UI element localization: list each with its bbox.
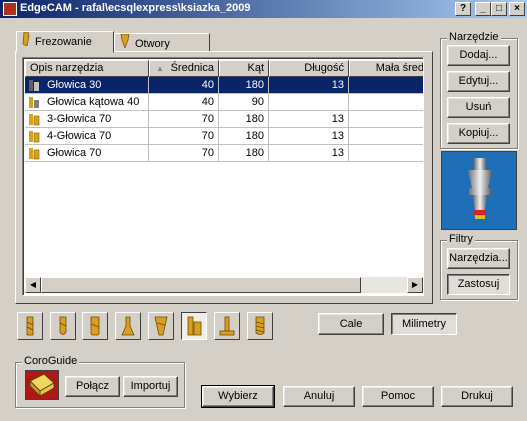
tool-group-label: Narzędzie: [447, 31, 501, 43]
tool-type-button[interactable]: [17, 312, 43, 340]
cancel-button[interactable]: Anuluj: [283, 386, 355, 407]
column-header-diameter-label: Średnica: [170, 62, 214, 74]
row-small-diameter: [349, 94, 423, 111]
milling-tool-icon: [21, 31, 31, 52]
tool-type-button[interactable]: [247, 312, 273, 340]
tool-type-button[interactable]: [214, 312, 240, 340]
chamfer-mill-icon: [121, 316, 135, 336]
tool-list-header: Opis narzędzia ▲ Średnica Kąt Długość Ma…: [25, 60, 423, 77]
tool-type-button-active[interactable]: [181, 312, 207, 340]
row-diameter: 70: [149, 111, 219, 128]
table-row[interactable]: Głowica 30 40 180 13: [25, 77, 423, 94]
tool-list[interactable]: Opis narzędzia ▲ Średnica Kąt Długość Ma…: [22, 57, 424, 296]
row-angle: 180: [219, 77, 269, 94]
row-name: Głowica 70: [43, 145, 149, 162]
row-small-diameter: [349, 128, 423, 145]
scroll-thumb[interactable]: [41, 277, 361, 293]
table-row[interactable]: 3-Głowica 70 70 180 13: [25, 111, 423, 128]
row-diameter: 70: [149, 145, 219, 162]
inches-button[interactable]: Cale: [318, 313, 384, 335]
tool-holder-icon: [468, 158, 492, 219]
tab-frezowanie[interactable]: Frezowanie: [16, 31, 114, 53]
filters-group-label: Filtry: [447, 233, 475, 245]
tab-otwory-label: Otwory: [135, 37, 170, 50]
millimeters-button[interactable]: Milimetry: [391, 313, 457, 335]
edit-tool-button[interactable]: Edytuj...: [447, 71, 510, 92]
tool-preview-image: [441, 151, 517, 230]
face-mill-icon: [29, 114, 40, 126]
row-diameter: 40: [149, 94, 219, 111]
copy-tool-button[interactable]: Kopiuj...: [447, 123, 510, 144]
row-name: Głowica kątowa 40: [43, 94, 149, 111]
row-length: 13: [269, 111, 349, 128]
taper-mill-icon: [154, 316, 168, 336]
t-slot-cutter-icon: [219, 316, 235, 336]
help-button[interactable]: Pomoc: [362, 386, 434, 407]
column-header-length[interactable]: Długość: [269, 60, 349, 77]
ball-end-mill-icon: [59, 316, 67, 335]
maximize-button[interactable]: □: [491, 2, 507, 16]
column-header-diameter[interactable]: ▲ Średnica: [149, 60, 219, 77]
horizontal-scrollbar[interactable]: ◀ ▶: [25, 277, 423, 293]
row-name: 3-Głowica 70: [43, 111, 149, 128]
face-mill-icon: [187, 316, 202, 336]
row-name: Głowica 30: [43, 77, 149, 94]
scroll-right-button[interactable]: ▶: [407, 277, 423, 293]
column-header-small-diameter[interactable]: Mała śred: [349, 60, 423, 77]
import-button[interactable]: Importuj: [123, 376, 178, 397]
angle-head-icon: [29, 97, 39, 108]
coroguide-icon[interactable]: [25, 370, 59, 400]
print-button[interactable]: Drukuj: [441, 386, 513, 407]
flat-end-mill-icon: [26, 316, 34, 336]
table-row[interactable]: Głowica kątowa 40 40 90: [25, 94, 423, 111]
tab-otwory[interactable]: Otwory: [114, 33, 210, 52]
bull-nose-mill-icon: [90, 316, 100, 336]
filter-tools-button[interactable]: Narzędzia...: [447, 248, 510, 269]
book-icon: [29, 373, 55, 398]
tool-type-button[interactable]: [115, 312, 141, 340]
edgecam-app-icon: [3, 2, 17, 16]
row-length: 13: [269, 77, 349, 94]
title-bar: EdgeCAM - rafal\ecsqlexpress\ksiazka_200…: [0, 0, 527, 18]
delete-tool-button[interactable]: Usuń: [447, 97, 510, 118]
tool-type-button[interactable]: [148, 312, 174, 340]
row-small-diameter: [349, 111, 423, 128]
table-row[interactable]: 4-Głowica 70 70 180 13: [25, 128, 423, 145]
row-length: [269, 94, 349, 111]
tool-type-button[interactable]: [50, 312, 76, 340]
row-small-diameter: [349, 145, 423, 162]
add-tool-button[interactable]: Dodaj...: [447, 45, 510, 66]
row-length: 13: [269, 128, 349, 145]
connect-button[interactable]: Połącz: [65, 376, 120, 397]
close-button[interactable]: ×: [509, 2, 525, 16]
row-diameter: 40: [149, 77, 219, 94]
face-mill-icon: [29, 80, 39, 91]
help-caption-button[interactable]: ?: [455, 2, 471, 16]
tool-type-button[interactable]: [82, 312, 108, 340]
apply-filter-button[interactable]: Zastosuj: [447, 274, 510, 295]
table-row[interactable]: Głowica 70 70 180 13: [25, 145, 423, 162]
row-angle: 180: [219, 145, 269, 162]
window-title: EdgeCAM - rafal\ecsqlexpress\ksiazka_200…: [20, 2, 251, 14]
row-length: 13: [269, 145, 349, 162]
row-angle: 180: [219, 111, 269, 128]
face-mill-icon: [29, 148, 40, 160]
column-header-angle[interactable]: Kąt: [219, 60, 269, 77]
row-angle: 90: [219, 94, 269, 111]
coroguide-label: CoroGuide: [22, 355, 80, 367]
minimize-button[interactable]: _: [475, 2, 491, 16]
column-header-description[interactable]: Opis narzędzia: [25, 60, 149, 77]
thread-mill-icon: [255, 316, 265, 335]
face-mill-icon: [29, 131, 40, 143]
tab-frezowanie-label: Frezowanie: [35, 35, 92, 48]
row-name: 4-Głowica 70: [43, 128, 149, 145]
sort-ascending-icon: ▲: [156, 64, 164, 73]
row-diameter: 70: [149, 128, 219, 145]
scroll-left-button[interactable]: ◀: [25, 277, 41, 293]
select-button[interactable]: Wybierz: [201, 385, 275, 408]
row-small-diameter: [349, 77, 423, 94]
row-angle: 180: [219, 128, 269, 145]
